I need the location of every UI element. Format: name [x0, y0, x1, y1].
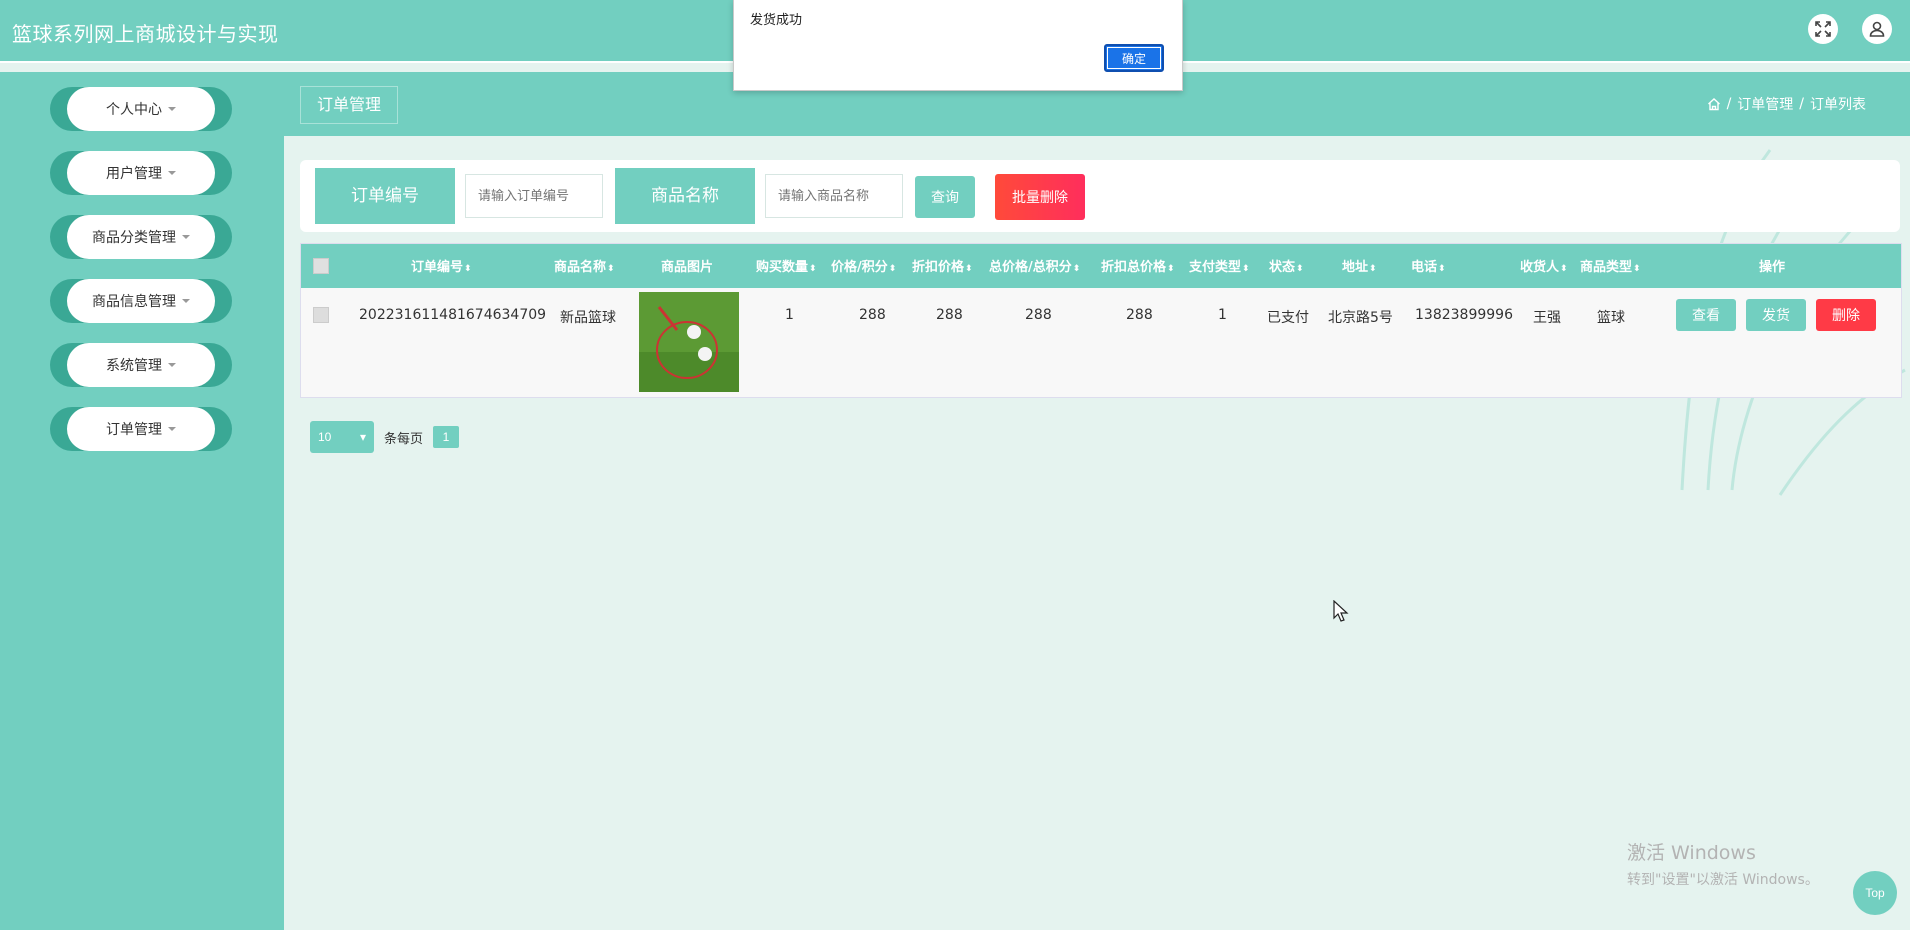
sidebar-item-order-management[interactable]: 订单管理	[50, 407, 232, 451]
column-header[interactable]: 总价格/总积分⬍	[989, 256, 1080, 275]
caret-down-icon	[168, 107, 176, 111]
alert-message: 发货成功	[750, 13, 803, 28]
user-avatar-icon[interactable]	[1862, 14, 1892, 44]
column-header[interactable]: 商品名称⬍	[554, 256, 615, 275]
quantity-cell: 1	[785, 307, 794, 323]
home-icon[interactable]	[1707, 97, 1721, 111]
badminton-image	[639, 292, 739, 392]
status-cell: 已支付	[1267, 310, 1309, 326]
select-all-checkbox[interactable]	[313, 258, 329, 274]
sidebar-item-label: 商品信息管理	[92, 294, 176, 310]
order-number-cell: 202231611481674634709	[359, 307, 547, 323]
address-cell: 北京路5号	[1328, 310, 1393, 326]
page-size-value: 10	[318, 430, 332, 444]
sidebar-item-user-management[interactable]: 用户管理	[50, 151, 232, 195]
confirm-button[interactable]: 确定	[1104, 44, 1164, 72]
breadcrumb-level2: 订单列表	[1810, 97, 1866, 113]
receiver-cell: 王强	[1533, 310, 1561, 326]
column-header: 操作	[1759, 260, 1786, 275]
caret-down-icon	[182, 299, 190, 303]
search-panel: 订单编号 商品名称 查询 批量删除	[300, 160, 1900, 232]
caret-down-icon	[168, 171, 176, 175]
page-size-select[interactable]: 10 ▾	[310, 421, 374, 453]
column-header[interactable]: 收货人⬍	[1520, 256, 1568, 275]
product-name-label: 商品名称	[615, 168, 755, 224]
column-header[interactable]: 支付类型⬍	[1189, 256, 1250, 275]
view-button[interactable]: 查看	[1676, 299, 1736, 331]
per-page-label: 条每页	[384, 431, 424, 447]
product-image	[639, 292, 739, 392]
table-header: 订单编号⬍ 商品名称⬍ 商品图片 购买数量⬍ 价格/积分⬍ 折扣价格⬍ 总价格/…	[301, 244, 1901, 288]
discount-total-cell: 288	[1126, 307, 1153, 323]
breadcrumb: / 订单管理 / 订单列表	[1707, 94, 1866, 114]
column-header[interactable]: 购买数量⬍	[756, 256, 817, 275]
breadcrumb-level1[interactable]: 订单管理	[1737, 94, 1793, 114]
product-name-input[interactable]	[765, 174, 903, 218]
sidebar-item-label: 系统管理	[106, 358, 162, 374]
column-header[interactable]: 价格/积分⬍	[831, 256, 896, 275]
delete-button[interactable]: 删除	[1816, 299, 1876, 331]
mouse-cursor-icon	[1333, 600, 1349, 622]
price-cell: 288	[859, 307, 886, 323]
discount-price-cell: 288	[936, 307, 963, 323]
chevron-down-icon: ▾	[359, 430, 366, 444]
page-number-button[interactable]: 1	[433, 426, 460, 448]
page-title: 订单管理	[300, 86, 399, 124]
column-header[interactable]: 商品类型⬍	[1580, 256, 1641, 275]
product-type-cell: 篮球	[1597, 310, 1625, 326]
watermark-line1: 激活 Windows	[1627, 842, 1756, 864]
row-checkbox[interactable]	[313, 307, 329, 323]
column-header[interactable]: 电话⬍	[1411, 256, 1446, 275]
caret-down-icon	[182, 235, 190, 239]
fullscreen-icon[interactable]	[1808, 14, 1838, 44]
back-to-top-button[interactable]: Top	[1853, 871, 1897, 915]
total-price-cell: 288	[1025, 307, 1052, 323]
query-button[interactable]: 查询	[915, 176, 975, 218]
order-number-label: 订单编号	[315, 168, 455, 224]
phone-cell: 13823899996	[1415, 307, 1513, 323]
sidebar-item-label: 商品分类管理	[92, 230, 176, 246]
column-header[interactable]: 地址⬍	[1342, 256, 1377, 275]
column-header: 商品图片	[661, 260, 714, 275]
batch-delete-button[interactable]: 批量删除	[995, 174, 1085, 220]
caret-down-icon	[168, 363, 176, 367]
sidebar-item-system-management[interactable]: 系统管理	[50, 343, 232, 387]
pagination: 10 ▾ 条每页 1	[310, 421, 460, 453]
column-header[interactable]: 折扣价格⬍	[912, 256, 973, 275]
sidebar-item-label: 个人中心	[106, 102, 162, 118]
windows-activation-watermark: 激活 Windows 转到"设置"以激活 Windows。	[1627, 838, 1819, 889]
alert-dialog: 发货成功 确定	[733, 0, 1183, 91]
breadcrumb-separator: /	[1726, 96, 1732, 112]
column-header[interactable]: 折扣总价格⬍	[1101, 256, 1175, 275]
app-title: 篮球系列网上商城设计与实现	[12, 22, 279, 46]
pay-type-cell: 1	[1218, 307, 1227, 323]
watermark-line2: 转到"设置"以激活 Windows。	[1627, 872, 1819, 888]
sidebar-item-category-management[interactable]: 商品分类管理	[50, 215, 232, 259]
sidebar-item-label: 用户管理	[106, 166, 162, 182]
sidebar: 个人中心 用户管理 商品分类管理 商品信息管理 系统管理 订单管理	[0, 72, 284, 930]
ship-button[interactable]: 发货	[1746, 299, 1806, 331]
sidebar-item-label: 订单管理	[106, 422, 162, 438]
sidebar-item-product-management[interactable]: 商品信息管理	[50, 279, 232, 323]
order-number-input[interactable]	[465, 174, 603, 218]
orders-table: 订单编号⬍ 商品名称⬍ 商品图片 购买数量⬍ 价格/积分⬍ 折扣价格⬍ 总价格/…	[300, 243, 1902, 398]
caret-down-icon	[168, 427, 176, 431]
column-header[interactable]: 状态⬍	[1269, 256, 1304, 275]
sidebar-item-personal-center[interactable]: 个人中心	[50, 87, 232, 131]
column-header[interactable]: 订单编号⬍	[411, 256, 472, 275]
product-name-cell: 新品篮球	[560, 310, 616, 326]
breadcrumb-separator: /	[1799, 96, 1804, 112]
